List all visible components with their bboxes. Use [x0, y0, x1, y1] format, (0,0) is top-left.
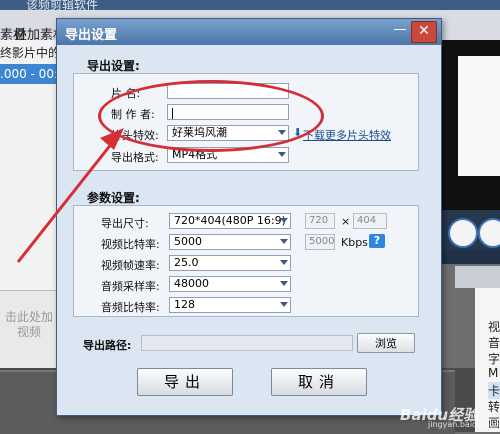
- fps-value: 25.0: [174, 256, 199, 269]
- background-toolbar-row: [455, 266, 500, 288]
- audio-bitrate-label: 音频比特率:: [101, 301, 160, 314]
- chevron-down-icon: [280, 302, 288, 307]
- size-label: 导出尺寸:: [101, 217, 149, 230]
- chevron-down-icon: [280, 281, 288, 286]
- add-video-hint: 击此处加视频: [4, 310, 53, 339]
- help-icon[interactable]: ?: [369, 234, 385, 248]
- volume-bar[interactable]: [440, 250, 500, 264]
- video-bitrate-label: 视频比特率:: [101, 238, 160, 251]
- dialog-title: 导出设置: [65, 28, 118, 43]
- right-list-item[interactable]: 字: [488, 350, 500, 367]
- background-subtitle: 终影片中的: [0, 46, 61, 60]
- fps-label: 视频帧速率:: [101, 259, 160, 272]
- export-button[interactable]: 导出: [137, 368, 233, 396]
- right-list-item[interactable]: M: [488, 366, 498, 380]
- path-label: 导出路径:: [83, 339, 132, 352]
- dialog-title-bar[interactable]: 导出设置 — ✕: [57, 19, 441, 45]
- size-select[interactable]: 720*404(480P 16:9): [169, 213, 291, 229]
- width-input[interactable]: 720: [305, 213, 335, 229]
- stop-button[interactable]: [478, 218, 500, 248]
- audio-sample-label: 音频采样率:: [101, 280, 160, 293]
- path-input[interactable]: [141, 335, 353, 351]
- bitrate-input[interactable]: 5000: [305, 234, 335, 250]
- format-label: 导出格式:: [111, 151, 159, 164]
- chevron-down-icon: [278, 152, 286, 157]
- cancel-button[interactable]: 取消: [271, 368, 367, 396]
- params-group-label: 参数设置:: [87, 191, 140, 205]
- export-group-label: 导出设置:: [87, 59, 140, 73]
- audio-sample-value: 48000: [174, 277, 209, 290]
- background-player-controls: [440, 210, 500, 250]
- times-sign: ×: [341, 215, 351, 228]
- chevron-down-icon: [280, 239, 288, 244]
- background-selected-timecode-row[interactable]: .000 - 00:0: [0, 64, 58, 84]
- minimize-button[interactable]: —: [391, 22, 409, 40]
- watermark-subtext: jingyan.baidu.com: [428, 420, 500, 429]
- height-input[interactable]: 404: [353, 213, 387, 229]
- audio-sample-select[interactable]: 48000: [169, 276, 291, 292]
- audio-bitrate-select[interactable]: 128: [169, 297, 291, 313]
- kbps-unit: Kbps: [341, 236, 368, 249]
- close-button[interactable]: ✕: [411, 21, 437, 43]
- browse-button[interactable]: 浏览: [357, 333, 415, 353]
- play-button[interactable]: [448, 218, 478, 248]
- video-bitrate-select[interactable]: 5000: [169, 234, 291, 250]
- annotation-ellipse: [98, 80, 324, 152]
- right-list-item[interactable]: 视: [488, 318, 500, 335]
- background-title-bar: 该频剪辑软件: [0, 0, 500, 12]
- background-preview-image: [458, 56, 500, 176]
- fps-select[interactable]: 25.0: [169, 255, 291, 271]
- download-effects-link[interactable]: 下载更多片头特效: [303, 127, 391, 143]
- audio-bitrate-value: 128: [174, 298, 195, 311]
- export-settings-dialog: 导出设置 — ✕ 导出设置: 片 名: 制 作 者: 片头特效: 好莱坞风潮 ⬇…: [56, 18, 442, 416]
- right-list-item[interactable]: 音: [488, 334, 500, 351]
- size-value: 720*404(480P 16:9): [174, 214, 286, 227]
- chevron-down-icon: [280, 218, 288, 223]
- video-bitrate-value: 5000: [174, 235, 202, 248]
- chevron-down-icon: [280, 260, 288, 265]
